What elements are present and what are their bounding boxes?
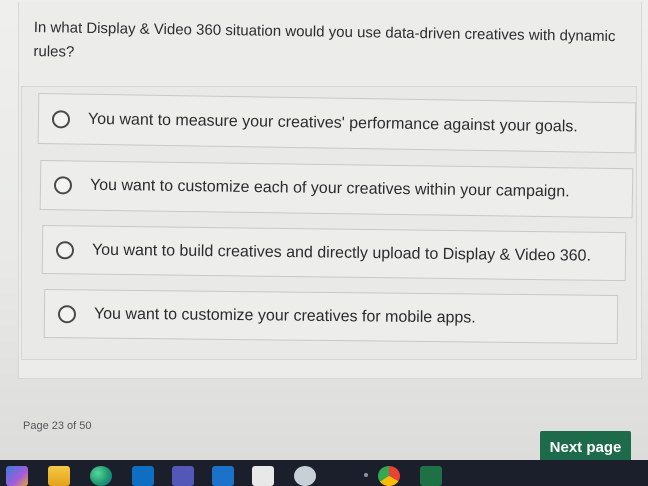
radio-button-icon[interactable] <box>57 304 77 323</box>
radio-button-icon[interactable] <box>53 176 73 195</box>
answer-option-3[interactable]: You want to build creatives and directly… <box>41 225 627 282</box>
file-explorer-icon[interactable] <box>48 466 70 486</box>
radio-button-icon[interactable] <box>51 109 71 129</box>
question-text: In what Display & Video 360 situation wo… <box>33 18 616 61</box>
outlook-icon[interactable] <box>132 466 154 486</box>
radio-button-icon[interactable] <box>55 240 75 259</box>
answer-option-label: You want to measure your creatives' perf… <box>87 110 578 135</box>
answer-option-2[interactable]: You want to customize each of your creat… <box>39 160 634 219</box>
answer-option-label: You want to customize your creatives for… <box>93 305 476 327</box>
answer-option-label: You want to build creatives and directly… <box>91 241 592 265</box>
screen-area: In what Display & Video 360 situation wo… <box>0 0 648 464</box>
office-icon[interactable] <box>212 466 234 486</box>
chrome-icon[interactable] <box>378 466 400 486</box>
teams-icon[interactable] <box>172 466 194 486</box>
excel-icon[interactable] <box>420 466 442 486</box>
page-indicator: Page 23 of 50 <box>23 420 92 432</box>
game-icon[interactable] <box>294 466 316 486</box>
widgets-icon[interactable] <box>6 466 28 486</box>
answer-option-1[interactable]: You want to measure your creatives' perf… <box>37 93 637 154</box>
calendar-icon[interactable] <box>252 466 274 486</box>
edge-browser-icon[interactable] <box>90 466 112 486</box>
taskbar-indicator-dot <box>364 473 368 477</box>
answer-option-4[interactable]: You want to customize your creatives for… <box>43 289 619 345</box>
answer-option-label: You want to customize each of your creat… <box>89 176 570 201</box>
